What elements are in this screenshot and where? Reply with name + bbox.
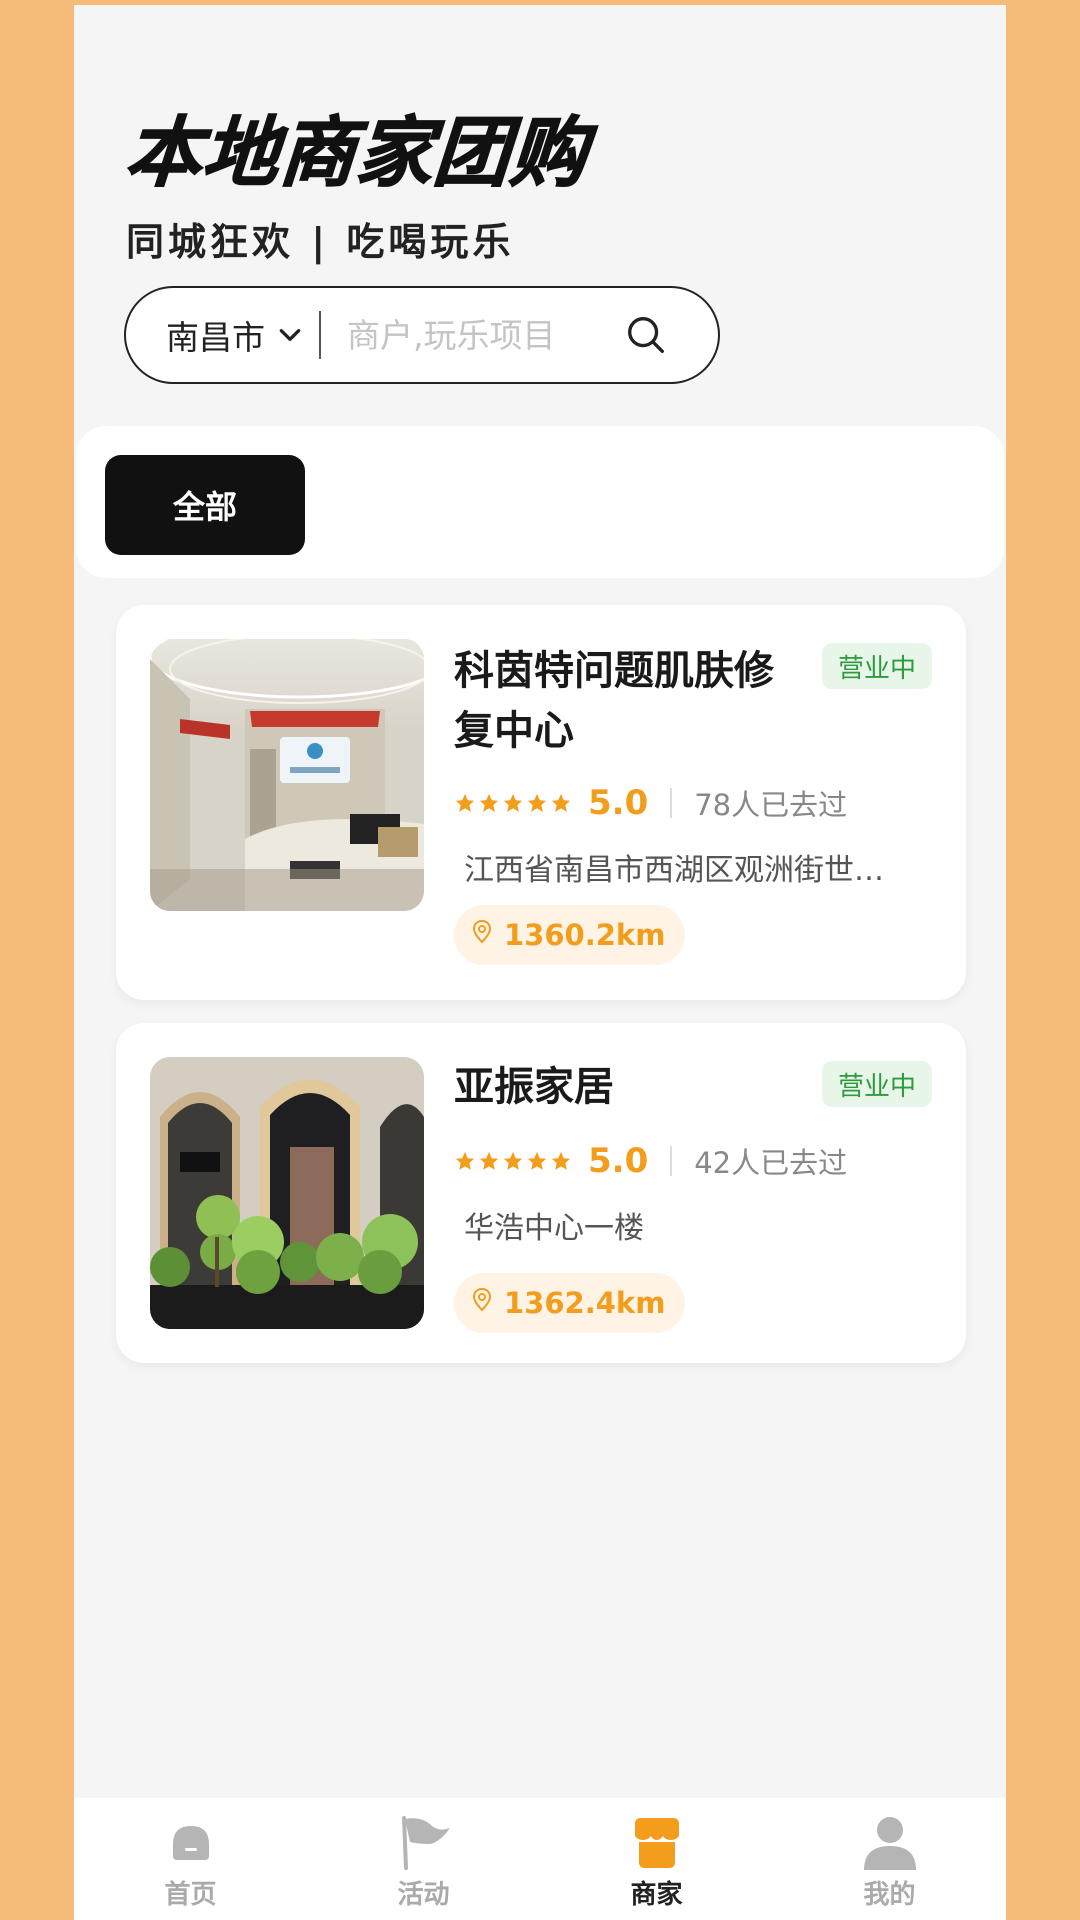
star-icon [527,793,547,812]
merchant-address: 江西省南昌市西湖区观洲街世… [464,853,884,888]
tab-mine-label: 我的 [863,1880,916,1910]
tab-mine[interactable]: 我的 [773,1798,1006,1920]
rating-divider [670,788,673,818]
flag-icon [401,1816,450,1870]
app-screen: 本地商家团购 同城狂欢 | 吃喝玩乐 南昌市 全部 [74,5,1006,1920]
star-icon [479,1151,499,1170]
city-label: 南昌市 [166,318,265,357]
home-icon [172,1826,209,1860]
star-icon [503,793,523,812]
status-badge: 营业中 [821,643,932,689]
rating-score: 5.0 [588,783,649,823]
star-icon [551,793,571,812]
search-bar: 南昌市 [124,286,720,384]
search-divider [319,311,321,359]
star-icon [479,793,499,812]
rating-score: 5.0 [588,1141,649,1181]
location-pin-icon [472,920,492,944]
category-panel: 全部 [76,426,1004,578]
tab-merchant[interactable]: 商家 [540,1798,773,1920]
status-badge: 营业中 [821,1061,932,1107]
merchant-card[interactable]: 科茵特问题肌肤修复中心 营业中 5.0 78人已去过 江西省南昌市西湖区观洲街世… [116,605,966,1000]
chevron-down-icon [279,329,301,341]
star-icon [455,793,475,812]
distance-value: 1362.4km [504,1286,666,1320]
merchant-name: 亚振家居 [454,1064,614,1110]
location-pin-icon [472,1288,492,1312]
tab-home-label: 首页 [164,1880,217,1910]
rating-row: 5.0 78人已去过 [454,783,847,823]
merchant-card[interactable]: 亚振家居 营业中 5.0 42人已去过 华浩中心一楼 1362.4km [116,1023,966,1363]
city-selector[interactable]: 南昌市 [166,311,303,359]
page-title: 本地商家团购 [122,107,592,198]
visited-count: 78人已去过 [694,788,848,822]
tab-merchant-label: 商家 [630,1880,683,1910]
merchant-photo [150,1057,424,1329]
distance-badge: 1362.4km [454,1273,686,1333]
tab-activity-label: 活动 [397,1880,450,1910]
star-icon [527,1151,547,1170]
page-subtitle: 同城狂欢 | 吃喝玩乐 [126,220,515,264]
search-input[interactable] [345,314,619,356]
star-rating [454,1150,572,1172]
star-icon [551,1151,571,1170]
star-icon [455,1151,475,1170]
category-tab-all[interactable]: 全部 [105,455,305,555]
tab-activity[interactable]: 活动 [307,1798,540,1920]
rating-row: 5.0 42人已去过 [454,1141,847,1181]
distance-badge: 1360.2km [454,905,686,965]
search-icon[interactable] [623,312,669,358]
shop-icon [634,1818,679,1868]
star-icon [503,1151,523,1170]
merchant-photo [150,639,424,911]
star-rating [454,792,572,814]
visited-count: 42人已去过 [694,1146,848,1180]
tab-home[interactable]: 首页 [74,1798,307,1920]
merchant-name: 科茵特问题肌肤修复中心 [454,648,774,754]
merchant-address: 华浩中心一楼 [464,1211,644,1246]
user-icon [863,1817,916,1870]
bottom-tab-bar: 首页 活动 商家 我的 [74,1798,1006,1920]
distance-value: 1360.2km [504,918,666,952]
rating-divider [670,1146,673,1176]
